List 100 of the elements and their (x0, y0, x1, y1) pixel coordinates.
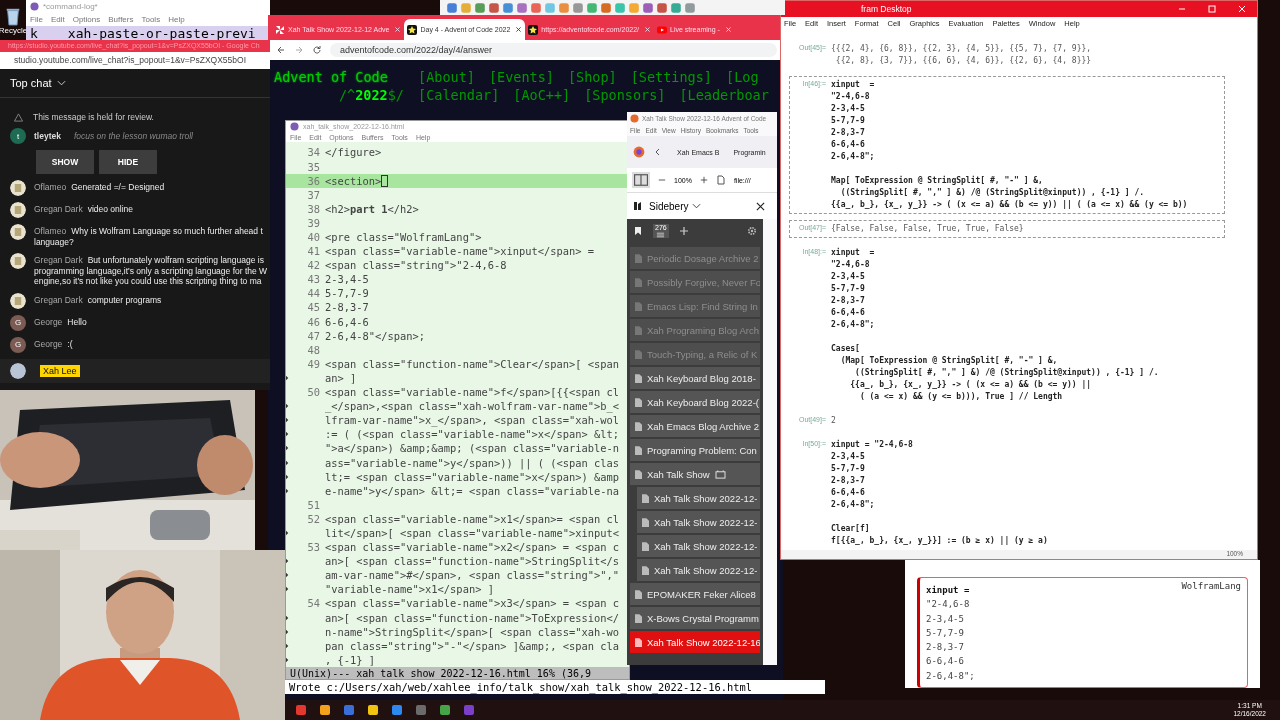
app-icon[interactable] (391, 704, 403, 716)
menu-item[interactable]: Tools (141, 15, 161, 25)
menu-item[interactable]: Options (72, 15, 101, 25)
tool-icon[interactable] (446, 1, 458, 14)
back-icon[interactable] (276, 45, 286, 55)
page-icon (635, 277, 642, 287)
code-line: {{a_, b_}, {x_, y_}} -> ( (x <= a) && (b <= y)) || ( (a <= x) && (y <= b)) (831, 198, 1188, 211)
message-text: programming language,it's only a scripting language for the W (34, 265, 268, 276)
tab-item[interactable]: Xah Talk Show 2022-12- (637, 535, 760, 557)
tab-item[interactable]: Xah Talk Show (630, 463, 760, 485)
address-bar[interactable]: adventofcode.com/2022/day/4/answer (330, 43, 777, 57)
caret-icon[interactable] (692, 203, 702, 209)
nav-link[interactable]: [About] (418, 68, 475, 86)
avatar: G (10, 314, 26, 331)
review-button[interactable]: HIDE (99, 150, 157, 174)
menu-item[interactable]: Help (168, 15, 185, 25)
nav-link[interactable]: [Shop] (567, 68, 617, 86)
tab-item[interactable]: Xah Emacs Blog Archive 2 (630, 415, 760, 437)
tab-item[interactable]: Programing Problem: Con (630, 439, 760, 461)
app-icon[interactable] (319, 704, 331, 716)
plus-icon[interactable] (678, 226, 689, 236)
code-line: <section> (325, 174, 382, 187)
tool-icon[interactable] (684, 1, 696, 14)
nav-link[interactable]: [Sponsors] (584, 86, 666, 104)
key-text: k (30, 25, 38, 40)
nav-link[interactable]: [Log (726, 68, 759, 86)
menu-item[interactable]: Edit (50, 15, 65, 25)
tab-item[interactable]: Xah Talk Show 2022-12- (637, 511, 760, 533)
message-text: engine,so it's not like you could use this scripting thing to ma (34, 276, 263, 287)
code-line: 2-8,3-7 (831, 474, 866, 487)
app-icon[interactable] (439, 704, 451, 716)
tab-item[interactable]: X-Bows Crystal Programm (630, 607, 760, 629)
nav-link[interactable]: [Leaderboar (679, 86, 769, 104)
firefox-icon[interactable] (633, 146, 645, 158)
nav-link[interactable]: [Events] (488, 68, 554, 86)
tool-icon[interactable] (516, 1, 528, 14)
message-text: computer programs (87, 294, 162, 305)
code-line: Cases[ (831, 342, 861, 355)
nav-link[interactable]: [Settings] (630, 68, 712, 86)
tool-icon[interactable] (488, 1, 500, 14)
site-title[interactable]: Advent of Code (274, 68, 404, 86)
code-line: 6-6,4-6 (325, 315, 369, 328)
tab-item[interactable]: Xah Talk Show 2022-12- (637, 487, 760, 509)
wrap-icon (286, 530, 289, 536)
menu-item[interactable]: Buffers (108, 15, 134, 25)
tool-icon[interactable] (600, 1, 612, 14)
recycle-bin-icon[interactable] (4, 6, 22, 26)
nav-link[interactable]: [AoC++] (513, 86, 571, 104)
tab-item[interactable]: EPOMAKER Feker Alice8 (630, 583, 760, 605)
tab-item[interactable]: Xah Keyboard Blog 2018- (630, 367, 760, 389)
avatar (10, 292, 26, 309)
page-icon (642, 493, 649, 503)
menu-item[interactable]: File (30, 15, 43, 25)
settings-icon[interactable] (747, 226, 757, 236)
app-icon[interactable] (367, 704, 379, 716)
author-name: tleytek (34, 131, 61, 141)
tool-icon[interactable] (572, 1, 584, 14)
nav-link[interactable]: [Calendar] (418, 86, 500, 104)
message-text: video online (87, 204, 134, 215)
page-icon (642, 517, 649, 527)
reload-icon[interactable] (312, 45, 322, 55)
line-number: 51 (306, 498, 321, 511)
panel-title[interactable]: Sidebery (649, 200, 689, 212)
code-line: 5-7,7-9 (831, 114, 866, 127)
address-bar[interactable]: studio.youtube.com/live_chat?is_popout=1&v=PsZXQX55bOI (0, 52, 270, 69)
tab-item[interactable]: Xah Talk Show 2022-12-16 (630, 631, 760, 653)
language-label: WolframLang (1181, 580, 1241, 593)
tool-icon[interactable] (586, 1, 598, 14)
zoom-out-icon[interactable] (658, 176, 666, 184)
tool-icon[interactable] (614, 1, 626, 14)
close-icon[interactable] (515, 26, 523, 33)
file-icon (715, 175, 726, 185)
tool-icon[interactable] (474, 1, 486, 14)
code-line: xinput = (831, 246, 876, 259)
message-text: :( (67, 338, 73, 349)
review-button[interactable]: SHOW (36, 150, 94, 174)
tool-icon[interactable] (530, 1, 542, 14)
star-icon (528, 24, 539, 35)
tool-icon[interactable] (670, 1, 682, 14)
message-text: Hello (67, 316, 87, 327)
avatar (10, 202, 26, 218)
code-line: 6-6,4-6 (926, 655, 964, 669)
tab-item[interactable]: Xah Talk Show 2022-12- (637, 559, 760, 581)
code-line: "2-4,6-8 (831, 90, 871, 103)
bookmark-icon[interactable] (633, 226, 643, 236)
tab-list-icon[interactable] (656, 232, 666, 238)
tool-icon[interactable] (656, 1, 668, 14)
code-line: Clear[f] (831, 522, 871, 535)
close-icon[interactable] (756, 201, 765, 211)
tool-icon[interactable] (502, 1, 514, 14)
sidebar-icon[interactable] (632, 172, 650, 188)
chat-header[interactable]: Top chat (10, 77, 52, 89)
tool-icon[interactable] (558, 1, 570, 14)
forward-icon[interactable] (294, 45, 304, 55)
tab-item[interactable]: Xah Keyboard Blog 2022-( (630, 391, 760, 413)
command-text: xah-paste-or-paste-previ (67, 25, 256, 40)
maximize-icon[interactable] (1207, 4, 1217, 15)
zoom-in-icon[interactable] (699, 176, 708, 184)
tool-icon[interactable] (642, 1, 654, 14)
code-line: <span class="variable-name">x1</span>= <span cl (325, 512, 620, 525)
